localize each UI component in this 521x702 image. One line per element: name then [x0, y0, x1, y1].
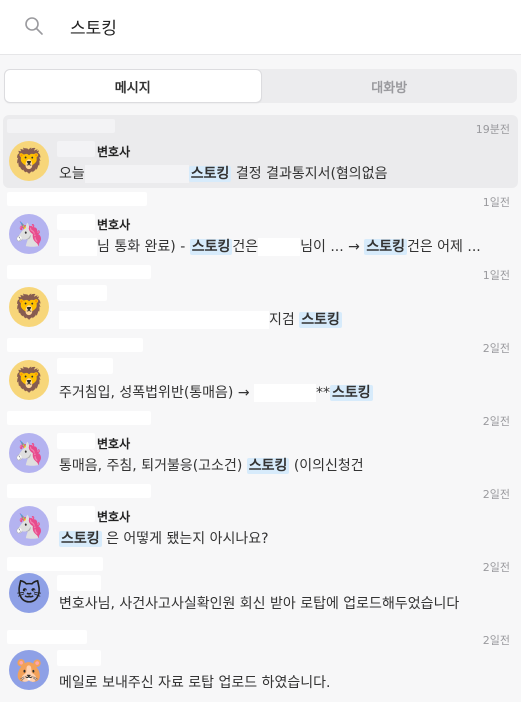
message-preview: 메일로 보내주신 자료 로탑 업로드 하였습니다.	[59, 675, 331, 691]
timestamp: 1일전	[482, 196, 510, 209]
result-item[interactable]: 2일전 🐱 변호사님, 사건사고사실확인원 회신 받아 로탑에 업로드해두었습니…	[3, 553, 518, 626]
search-icon[interactable]	[24, 16, 44, 36]
search-highlight: 스토킹	[189, 239, 233, 255]
search-highlight: 스토킹	[59, 531, 102, 547]
timestamp: 2일전	[482, 561, 510, 574]
result-item[interactable]: 2일전 🦄 변호사 통매음, 주침, 퇴거불응(고소건) 스토킹 (이의신청건	[3, 407, 518, 480]
timestamp: 1일전	[482, 269, 510, 282]
result-item[interactable]: 2일전 🦄 변호사 스토킹 은 어떻게 됐는지 아시나요?	[3, 480, 518, 553]
timestamp: 2일전	[482, 634, 510, 647]
sender-name: 변호사	[97, 437, 131, 451]
message-preview: 주거침입, 성폭법위반(통매음) → ** 스토킹	[59, 384, 373, 402]
tab-bar: 메시지 대화방	[4, 69, 517, 103]
hamster-icon: 🐹	[9, 650, 49, 690]
message-preview: 님 통화 완료) - 스토킹 건은 님이 ... → 스토킹 건은 어제 ...	[59, 236, 481, 256]
timestamp: 2일전	[482, 342, 510, 355]
search-highlight: 스토킹	[364, 239, 407, 255]
lion-icon: 🦁	[9, 360, 49, 400]
search-highlight: 스토킹	[330, 385, 373, 401]
search-highlight: 스토킹	[246, 458, 290, 474]
message-preview: 지검 스토킹	[59, 309, 342, 329]
message-preview: 스토킹 은 어떻게 됐는지 아시나요?	[59, 531, 269, 547]
message-preview: 변호사님, 사건사고사실확인원 회신 받아 로탑에 업로드해두었습니다	[59, 596, 460, 612]
result-item[interactable]: 2일전 🦁 주거침입, 성폭법위반(통매음) → ** 스토킹	[3, 334, 518, 407]
unicorn-icon: 🦄	[9, 433, 49, 473]
search-input[interactable]: 스토킹	[70, 14, 117, 39]
result-item[interactable]: 1일전 🦄 변호사 님 통화 완료) - 스토킹 건은 님이 ... → 스토킹 건은…	[3, 188, 518, 261]
result-item[interactable]: 1일전 🦁 지검 스토킹	[3, 261, 518, 334]
lion-icon: 🦁	[9, 141, 49, 181]
lion-icon: 🦁	[9, 287, 49, 327]
tab-messages[interactable]: 메시지	[4, 69, 262, 103]
timestamp: 2일전	[482, 488, 510, 501]
timestamp: 19분전	[475, 123, 510, 136]
result-item[interactable]: 19분전 🦁 변호사 오늘 스토킹 결정 결과통지서(혐의없음	[3, 115, 518, 188]
unicorn-icon: 🦄	[9, 214, 49, 254]
tab-chatrooms[interactable]: 대화방	[262, 69, 518, 103]
message-preview: 오늘 스토킹 결정 결과통지서(혐의없음	[59, 165, 388, 183]
result-item[interactable]: 2일전 🐹 메일로 보내주신 자료 로탑 업로드 하였습니다.	[3, 626, 518, 699]
search-bar: 스토킹	[0, 0, 521, 55]
unicorn-icon: 🦄	[9, 506, 49, 546]
message-preview: 통매음, 주침, 퇴거불응(고소건) 스토킹 (이의신청건	[59, 458, 364, 474]
sender-name: 변호사	[97, 218, 131, 232]
cat-icon: 🐱	[9, 573, 49, 613]
timestamp: 2일전	[482, 415, 510, 428]
search-highlight: 스토킹	[299, 312, 342, 328]
search-highlight: 스토킹	[188, 166, 232, 182]
result-list: 19분전 🦁 변호사 오늘 스토킹 결정 결과통지서(혐의없음 1일전 🦄 변호사…	[0, 115, 521, 699]
sender-name: 변호사	[97, 510, 131, 524]
sender-name: 변호사	[97, 145, 131, 159]
